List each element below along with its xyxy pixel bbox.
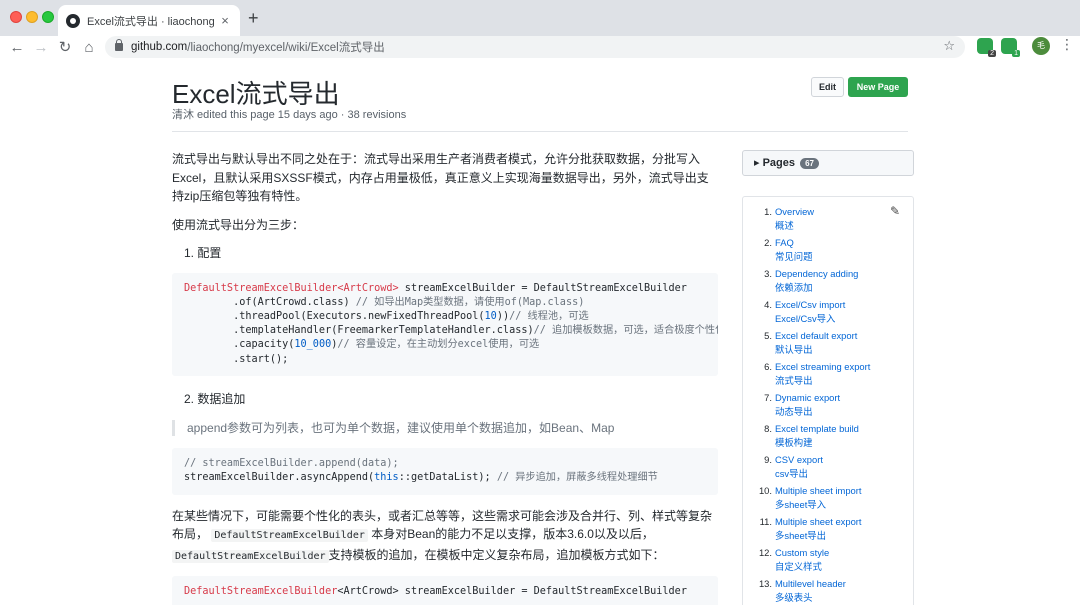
toc-item-overview[interactable]: 1. Overview 概述 [743,205,913,236]
page-meta: 清沐 edited this page 15 days ago · 38 rev… [172,109,407,121]
toc-item-default-export[interactable]: 5. Excel default export 默认导出 [743,329,913,360]
close-window-button[interactable] [10,11,22,23]
pages-toggle[interactable]: ▸ Pages 67 [742,150,914,176]
divider [172,131,908,132]
toc-item-dynamic-export[interactable]: 7. Dynamic export 动态导出 [743,391,913,422]
intro-paragraph: 流式导出与默认导出不同之处在于：流式导出采用生产者消费者模式，允许分批获取数据，… [172,152,709,203]
minimize-window-button[interactable] [26,11,38,23]
profile-avatar[interactable]: 毛 [1032,37,1050,55]
toc-item-multi-sheet-import[interactable]: 10. Multiple sheet import 多sheet导入 [743,484,913,515]
code-block-config: DefaultStreamExcelBuilder<ArtCrowd> stre… [172,272,718,376]
pages-count-badge: 67 [800,158,819,169]
steps-intro: 使用流式导出分为三步： [172,217,305,232]
sidebar-toc: 1. Overview 概述 2. FAQ 常见问题 3. Dependency addi… [742,196,914,605]
wiki-page: Excel流式导出 清沐 edited this page 15 days ag… [0,60,1080,605]
new-tab-button[interactable]: + [248,8,259,29]
step-heading-2: 2. 数据追加 [184,391,246,406]
tab-close-icon[interactable]: × [218,13,232,28]
new-page-button[interactable]: New Page [848,77,908,97]
tab-bar: Excel流式导出 · liaochong/myexcel × + [0,0,1080,36]
maximize-window-button[interactable] [42,11,54,23]
toc-item-custom-style[interactable]: 12. Custom style 自定义样式 [743,546,913,577]
browser-tab[interactable]: Excel流式导出 · liaochong/myexcel × [58,5,240,36]
url-host: github.com [131,41,188,53]
browser-toolbar: ← → ↻ ⌂ github.com /liaochong/myexcel/wi… [0,36,1080,60]
back-arrow-icon[interactable]: ← [6,37,28,59]
home-icon[interactable]: ⌂ [78,37,100,59]
toc-item-import[interactable]: 4. Excel/Csv import Excel/Csv导入 [743,298,913,329]
lock-icon [115,39,123,51]
edit-button[interactable]: Edit [811,77,844,97]
github-icon [66,13,80,28]
blockquote: append参数可为列表，也可为单个数据，建议使用单个数据追加，如Bean、Ma… [172,420,718,437]
tab-title: Excel流式导出 · liaochong/myexcel [87,15,214,28]
menu-dots-icon[interactable]: ⋮ [1060,36,1074,53]
toc-item-multi-sheet-export[interactable]: 11. Multiple sheet export 多sheet导出 [743,515,913,546]
toc-item-multilevel-header[interactable]: 13. Multilevel header 多级表头 [743,577,913,605]
browser-chrome: Excel流式导出 · liaochong/myexcel × + ← → ↻ … [0,0,1080,60]
step-heading-1: 1. 配置 [184,246,222,260]
address-bar[interactable]: github.com /liaochong/myexcel/wiki/Excel… [105,36,965,58]
code-block-append: // streamExcelBuilder.append(data); stre… [172,448,718,495]
forward-arrow-icon[interactable]: → [30,37,52,59]
toc-item-dependency[interactable]: 3. Dependency adding 依赖添加 [743,267,913,298]
template-paragraph: 在某些情况下，可能需要个性化的表头，或者汇总等等，这些需求可能会涉及合并行、列、… [172,508,713,563]
toc-item-csv-export[interactable]: 9. CSV export csv导出 [743,453,913,484]
extension-check-icon[interactable]: 1 [1001,38,1020,57]
toc-item-streaming-export[interactable]: 6. Excel streaming export 流式导出 [743,360,913,391]
extension-shield-icon[interactable]: 2 [977,38,996,57]
toc-item-template-build[interactable]: 8. Excel template build 模板构建 [743,422,913,453]
toc-item-faq[interactable]: 2. FAQ 常见问题 [743,236,913,267]
bookmark-star-icon[interactable]: ☆ [943,38,955,54]
reload-icon[interactable]: ↻ [54,37,76,59]
wiki-content: 流式导出与默认导出不同之处在于：流式导出采用生产者消费者模式，允许分批获取数据，… [172,150,718,605]
code-block-template: DefaultStreamExcelBuilder<ArtCrowd> stre… [172,576,718,605]
url-path: /liaochong/myexcel/wiki/Excel流式导出 [187,42,385,54]
